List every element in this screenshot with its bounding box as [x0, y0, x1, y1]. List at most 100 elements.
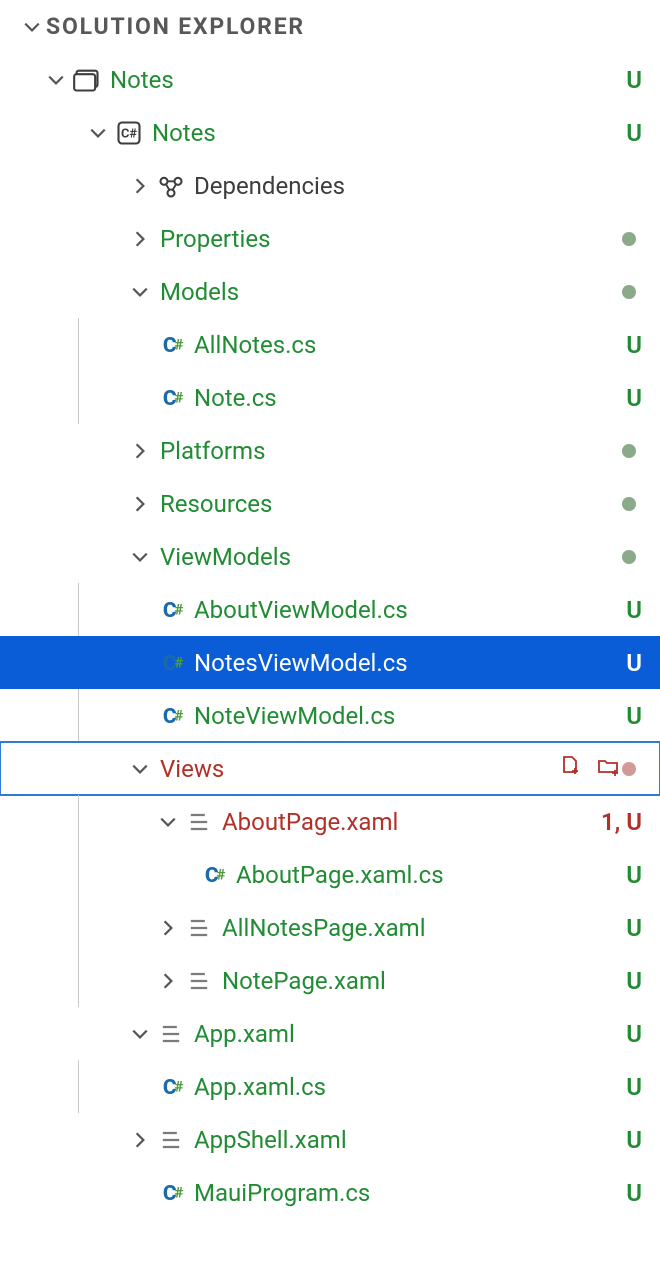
- item-label: Platforms: [154, 437, 622, 465]
- panel-header[interactable]: SOLUTION EXPLORER: [0, 0, 660, 53]
- git-status: U: [626, 1126, 642, 1154]
- item-label: Models: [154, 278, 622, 306]
- xaml-icon: [182, 967, 216, 995]
- dependencies-icon: [154, 172, 188, 200]
- item-label: Note.cs: [188, 384, 626, 412]
- item-label: NoteViewModel.cs: [188, 702, 626, 730]
- tree-item-mauiprogram[interactable]: MauiProgram.cs U: [0, 1166, 660, 1219]
- tree-item-notesvm[interactable]: NotesViewModel.cs U: [0, 636, 660, 689]
- csharp-icon: [154, 596, 188, 624]
- item-label: Resources: [154, 490, 622, 518]
- csharp-icon: [154, 1073, 188, 1101]
- chevron-down-icon: [18, 18, 46, 36]
- csharp-icon: [196, 861, 230, 889]
- csharp-icon: [154, 384, 188, 412]
- tree-item-notepage[interactable]: NotePage.xaml U: [0, 954, 660, 1007]
- git-status: U: [626, 384, 642, 412]
- tree-item-dependencies[interactable]: Dependencies: [0, 159, 660, 212]
- tree-item-aboutpagecs[interactable]: AboutPage.xaml.cs U: [0, 848, 660, 901]
- folder-actions: [556, 754, 622, 784]
- new-folder-icon[interactable]: [594, 754, 622, 784]
- item-label: AboutPage.xaml.cs: [230, 861, 626, 889]
- tree-item-allnotespage[interactable]: AllNotesPage.xaml U: [0, 901, 660, 954]
- tree-item-aboutpage[interactable]: AboutPage.xaml 1, U: [0, 795, 660, 848]
- new-file-icon[interactable]: [556, 754, 584, 784]
- status-dot: [622, 285, 642, 299]
- item-label: AllNotes.cs: [188, 331, 626, 359]
- git-status: U: [626, 596, 642, 624]
- status-dot: [622, 444, 642, 458]
- chevron-right-icon: [126, 1131, 154, 1149]
- status-dot: [622, 497, 642, 511]
- item-label: AboutPage.xaml: [216, 808, 601, 836]
- chevron-down-icon: [42, 71, 70, 89]
- item-label: MauiProgram.cs: [188, 1179, 626, 1207]
- git-status: U: [626, 861, 642, 889]
- item-label: App.xaml: [188, 1020, 626, 1048]
- item-label: Dependencies: [188, 172, 642, 200]
- git-status: 1, U: [601, 808, 642, 836]
- tree-item-resources[interactable]: Resources: [0, 477, 660, 530]
- csharp-icon: [154, 1179, 188, 1207]
- item-label: Views: [154, 755, 556, 783]
- tree-item-appshell[interactable]: AppShell.xaml U: [0, 1113, 660, 1166]
- git-status: U: [626, 331, 642, 359]
- tree-item-views[interactable]: Views: [0, 742, 660, 795]
- xaml-icon: [182, 808, 216, 836]
- csharp-icon: [154, 331, 188, 359]
- chevron-right-icon: [126, 495, 154, 513]
- chevron-right-icon: [126, 230, 154, 248]
- chevron-down-icon: [126, 1025, 154, 1043]
- chevron-right-icon: [154, 972, 182, 990]
- git-status: U: [626, 914, 642, 942]
- chevron-down-icon: [126, 548, 154, 566]
- status-dot: [622, 550, 642, 564]
- xaml-icon: [154, 1020, 188, 1048]
- item-label: Notes: [104, 66, 626, 94]
- git-status: U: [626, 702, 642, 730]
- solution-explorer-panel: SOLUTION EXPLORER Notes U Notes U Depend…: [0, 0, 660, 1219]
- chevron-right-icon: [126, 177, 154, 195]
- csharp-icon: [154, 702, 188, 730]
- git-status: U: [626, 649, 642, 677]
- tree-item-solution[interactable]: Notes U: [0, 53, 660, 106]
- tree-item-app[interactable]: App.xaml U: [0, 1007, 660, 1060]
- git-status: U: [626, 119, 642, 147]
- tree-item-platforms[interactable]: Platforms: [0, 424, 660, 477]
- tree-item-project[interactable]: Notes U: [0, 106, 660, 159]
- chevron-down-icon: [154, 813, 182, 831]
- tree-item-appcs[interactable]: App.xaml.cs U: [0, 1060, 660, 1113]
- solution-icon: [70, 66, 104, 94]
- status-dot: [622, 232, 642, 246]
- item-label: NotePage.xaml: [216, 967, 626, 995]
- git-status: U: [626, 66, 642, 94]
- tree-item-aboutvm[interactable]: AboutViewModel.cs U: [0, 583, 660, 636]
- xaml-icon: [154, 1126, 188, 1154]
- tree-item-allnotes[interactable]: AllNotes.cs U: [0, 318, 660, 371]
- item-label: ViewModels: [154, 543, 622, 571]
- item-label: AppShell.xaml: [188, 1126, 626, 1154]
- item-label: Properties: [154, 225, 622, 253]
- item-label: Notes: [146, 119, 626, 147]
- xaml-icon: [182, 914, 216, 942]
- tree-item-models[interactable]: Models: [0, 265, 660, 318]
- git-status: U: [626, 1073, 642, 1101]
- item-label: NotesViewModel.cs: [188, 649, 626, 677]
- chevron-down-icon: [126, 760, 154, 778]
- git-status: U: [626, 1179, 642, 1207]
- status-dot: [622, 762, 642, 776]
- item-label: AllNotesPage.xaml: [216, 914, 626, 942]
- csproj-icon: [112, 119, 146, 147]
- tree-item-viewmodels[interactable]: ViewModels: [0, 530, 660, 583]
- panel-title: SOLUTION EXPLORER: [46, 13, 305, 40]
- chevron-right-icon: [126, 442, 154, 460]
- item-label: AboutViewModel.cs: [188, 596, 626, 624]
- git-status: U: [626, 967, 642, 995]
- git-status: U: [626, 1020, 642, 1048]
- tree-item-properties[interactable]: Properties: [0, 212, 660, 265]
- chevron-right-icon: [154, 919, 182, 937]
- tree-item-note[interactable]: Note.cs U: [0, 371, 660, 424]
- chevron-down-icon: [126, 283, 154, 301]
- tree-item-notevm[interactable]: NoteViewModel.cs U: [0, 689, 660, 742]
- chevron-down-icon: [84, 124, 112, 142]
